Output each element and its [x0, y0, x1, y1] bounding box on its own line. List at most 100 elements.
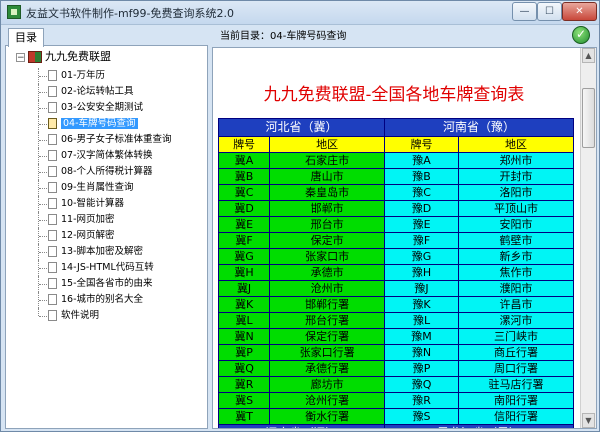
tree-root[interactable]: − 九九免费联盟 — [16, 49, 111, 65]
region-cell: 三门峡市 — [459, 329, 573, 344]
region-cell: 沧州市 — [270, 281, 385, 296]
region-cell: 焦作市 — [459, 265, 573, 280]
tree-item[interactable]: 16-城市的别名大全 — [6, 292, 207, 308]
region-cell: 承德市 — [270, 265, 385, 280]
tree-connector — [39, 188, 47, 189]
directory-tree: − 九九免费联盟 01-万年历 02-论坛转帖工具 03-公安安全期测试 04-车牌号码… — [5, 45, 208, 429]
tree-connector — [38, 308, 40, 316]
plate-code-cell: 豫D — [385, 201, 459, 216]
vertical-scrollbar[interactable]: ▲ ▼ — [580, 48, 596, 428]
tree-connector — [39, 92, 47, 93]
tree-item-label: 07-汉字简体繁体转换 — [61, 150, 153, 161]
plate-code-cell: 豫K — [385, 297, 459, 312]
tree-item[interactable]: 11-网页加密 — [6, 212, 207, 228]
table-row: 冀N 保定行署 豫M 三门峡市 — [219, 329, 573, 344]
table-row: 冀K 邯郸行署 豫K 许昌市 — [219, 297, 573, 312]
province-header: 黑龙江省（黑） — [385, 425, 573, 428]
tree-connector — [39, 204, 47, 205]
table-row: 冀P 张家口行署 豫N 商丘行署 — [219, 345, 573, 360]
document-icon — [48, 166, 57, 177]
tree-item[interactable]: 09-生肖属性查询 — [6, 180, 207, 196]
tree-item[interactable]: 06-男子女子标准体重查询 — [6, 132, 207, 148]
plate-code-cell: 冀H — [219, 265, 270, 280]
plate-code-cell: 冀E — [219, 217, 270, 232]
maximize-button[interactable]: ☐ — [537, 2, 562, 21]
region-cell: 廊坊市 — [270, 377, 385, 392]
tree-item-label: 09-生肖属性查询 — [61, 182, 134, 193]
province-header: 河北省（冀） — [219, 119, 385, 136]
plate-code-cell: 冀Q — [219, 361, 270, 376]
tree-item[interactable]: 08-个人所得税计算器 — [6, 164, 207, 180]
region-cell: 唐山市 — [270, 169, 385, 184]
close-button[interactable]: ✕ — [562, 2, 597, 21]
tree-item[interactable]: 12-网页解密 — [6, 228, 207, 244]
table-row: 冀A 石家庄市 豫A 郑州市 — [219, 153, 573, 168]
minimize-button[interactable]: — — [512, 2, 537, 21]
tree-item-label: 06-男子女子标准体重查询 — [61, 134, 172, 145]
tree-item-label: 02-论坛转帖工具 — [61, 86, 134, 97]
table-row: 冀B 唐山市 豫B 开封市 — [219, 169, 573, 184]
page-title: 九九免费联盟-全国各地车牌查询表 — [263, 85, 525, 105]
tree-connector — [39, 300, 47, 301]
region-cell: 漯河市 — [459, 313, 573, 328]
tree-item-label: 04-车牌号码查询 — [61, 118, 138, 129]
tree-item[interactable]: 03-公安安全期测试 — [6, 100, 207, 116]
document-icon — [48, 246, 57, 257]
tree-connector — [39, 172, 47, 173]
open-book-icon — [48, 118, 57, 129]
tree-connector — [39, 316, 47, 317]
region-cell: 周口行署 — [459, 361, 573, 376]
tree-item[interactable]: 软件说明 — [6, 308, 207, 324]
tree-item[interactable]: 07-汉字简体繁体转换 — [6, 148, 207, 164]
scroll-down-icon[interactable]: ▼ — [582, 413, 595, 428]
plate-code-cell: 豫J — [385, 281, 459, 296]
plate-code-cell: 豫H — [385, 265, 459, 280]
current-directory: 当前目录：04-车牌号码查询 — [220, 31, 347, 42]
plate-code-cell: 冀N — [219, 329, 270, 344]
plate-code-cell: 冀A — [219, 153, 270, 168]
region-cell: 秦皇岛市 — [270, 185, 385, 200]
region-cell: 商丘行署 — [459, 345, 573, 360]
region-cell: 邢台行署 — [270, 313, 385, 328]
tree-item[interactable]: 10-智能计算器 — [6, 196, 207, 212]
plate-code-cell: 豫S — [385, 409, 459, 424]
document-icon — [48, 150, 57, 161]
tree-item[interactable]: 15-全国各省市的由来 — [6, 276, 207, 292]
region-cell: 保定行署 — [270, 329, 385, 344]
collapse-icon[interactable]: − — [16, 52, 25, 62]
document-icon — [48, 70, 57, 81]
document-icon — [48, 214, 57, 225]
tree-item-label: 03-公安安全期测试 — [61, 102, 144, 113]
tree-item-label: 08-个人所得税计算器 — [61, 166, 153, 177]
scrollbar-thumb[interactable] — [582, 88, 595, 148]
plate-code-cell: 冀B — [219, 169, 270, 184]
scroll-up-icon[interactable]: ▲ — [582, 48, 595, 63]
region-cell: 张家口市 — [270, 249, 385, 264]
content-view[interactable]: 九九免费联盟-全国各地车牌查询表 河北省（冀） 河南省（豫） 牌号 地区 牌号 地区 冀A 石… — [212, 47, 597, 429]
column-header: 牌号 — [385, 137, 459, 152]
plate-code-cell: 豫M — [385, 329, 459, 344]
tree-item[interactable]: 01-万年历 — [6, 68, 207, 84]
table-row: 冀Q 承德行署 豫P 周口行署 — [219, 361, 573, 376]
province-header: 辽宁省（辽） — [219, 425, 385, 428]
tree-item-label: 10-智能计算器 — [61, 198, 125, 209]
title-bar[interactable]: 友益文书软件制作-mf99-免费查询系统2.0 — ☐ ✕ — [1, 1, 599, 25]
region-cell: 张家口行署 — [270, 345, 385, 360]
tree-item[interactable]: 13-脚本加密及解密 — [6, 244, 207, 260]
go-check-icon[interactable]: ✓ — [572, 26, 590, 44]
plate-code-cell: 冀T — [219, 409, 270, 424]
left-pane: 目录 − 九九免费联盟 01-万年历 02-论坛转帖工具 03-公安安全期测试 04-车… — [5, 28, 208, 429]
table-row: 冀T 衡水行署 豫S 信阳行署 — [219, 409, 573, 424]
plate-code-cell: 豫F — [385, 233, 459, 248]
tab-directory[interactable]: 目录 — [8, 28, 44, 47]
tree-item-label: 14-JS-HTML代码互转 — [61, 262, 154, 273]
region-cell: 新乡市 — [459, 249, 573, 264]
tree-item[interactable]: 02-论坛转帖工具 — [6, 84, 207, 100]
plate-code-cell: 豫N — [385, 345, 459, 360]
region-cell: 郑州市 — [459, 153, 573, 168]
tree-item[interactable]: 04-车牌号码查询 — [6, 116, 207, 132]
plate-code-cell: 冀D — [219, 201, 270, 216]
plate-code-cell: 豫L — [385, 313, 459, 328]
tree-item[interactable]: 14-JS-HTML代码互转 — [6, 260, 207, 276]
document-icon — [48, 134, 57, 145]
